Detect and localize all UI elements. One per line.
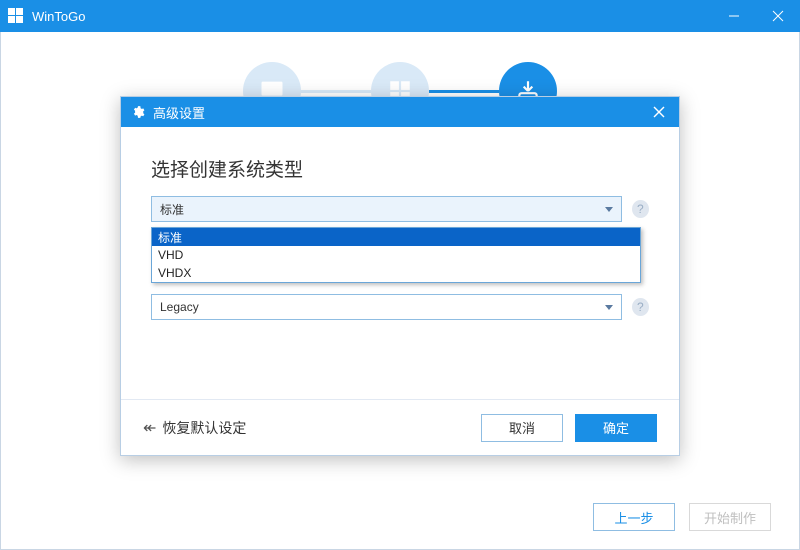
dialog-header: 高级设置	[121, 97, 679, 127]
cancel-button[interactable]: 取消	[481, 414, 563, 442]
chevron-down-icon	[605, 202, 613, 216]
titlebar: WinToGo	[0, 0, 800, 32]
system-type-label: 选择创建系统类型	[151, 155, 649, 182]
main-footer: 上一步 开始制作	[593, 503, 771, 531]
back-button[interactable]: 上一步	[593, 503, 675, 531]
app-icon	[8, 8, 24, 24]
gear-icon	[131, 105, 145, 119]
restore-defaults-link[interactable]: ↞ 恢复默认设定	[143, 418, 246, 438]
boot-mode-combobox[interactable]: Legacy	[151, 294, 622, 320]
help-icon[interactable]: ?	[632, 298, 649, 316]
start-button: 开始制作	[689, 503, 771, 531]
help-icon[interactable]: ?	[632, 200, 649, 218]
restore-defaults-label: 恢复默认设定	[162, 418, 246, 438]
dropdown-option[interactable]: VHDX	[152, 264, 640, 282]
ok-button[interactable]: 确定	[575, 414, 657, 442]
dialog-body: 选择创建系统类型 标准 ? 标准 VHD VHDX Legacy	[121, 127, 679, 320]
restore-icon: ↞	[143, 418, 156, 438]
app-title: WinToGo	[32, 9, 712, 24]
dialog-close-button[interactable]	[649, 102, 669, 122]
boot-mode-selected: Legacy	[160, 300, 199, 314]
system-type-selected: 标准	[160, 201, 184, 218]
system-type-dropdown: 标准 VHD VHDX	[151, 227, 641, 283]
close-button[interactable]	[756, 0, 800, 32]
advanced-settings-dialog: 高级设置 选择创建系统类型 标准 ? 标准 VHD VHDX Leg	[120, 96, 680, 456]
step-connector	[429, 90, 499, 93]
dialog-title: 高级设置	[153, 103, 205, 122]
chevron-down-icon	[605, 300, 613, 314]
step-connector	[301, 90, 371, 93]
dialog-footer: ↞ 恢复默认设定 取消 确定	[121, 399, 679, 455]
dropdown-option[interactable]: 标准	[152, 228, 640, 246]
system-type-combobox[interactable]: 标准	[151, 196, 622, 222]
minimize-button[interactable]	[712, 0, 756, 32]
dropdown-option[interactable]: VHD	[152, 246, 640, 264]
